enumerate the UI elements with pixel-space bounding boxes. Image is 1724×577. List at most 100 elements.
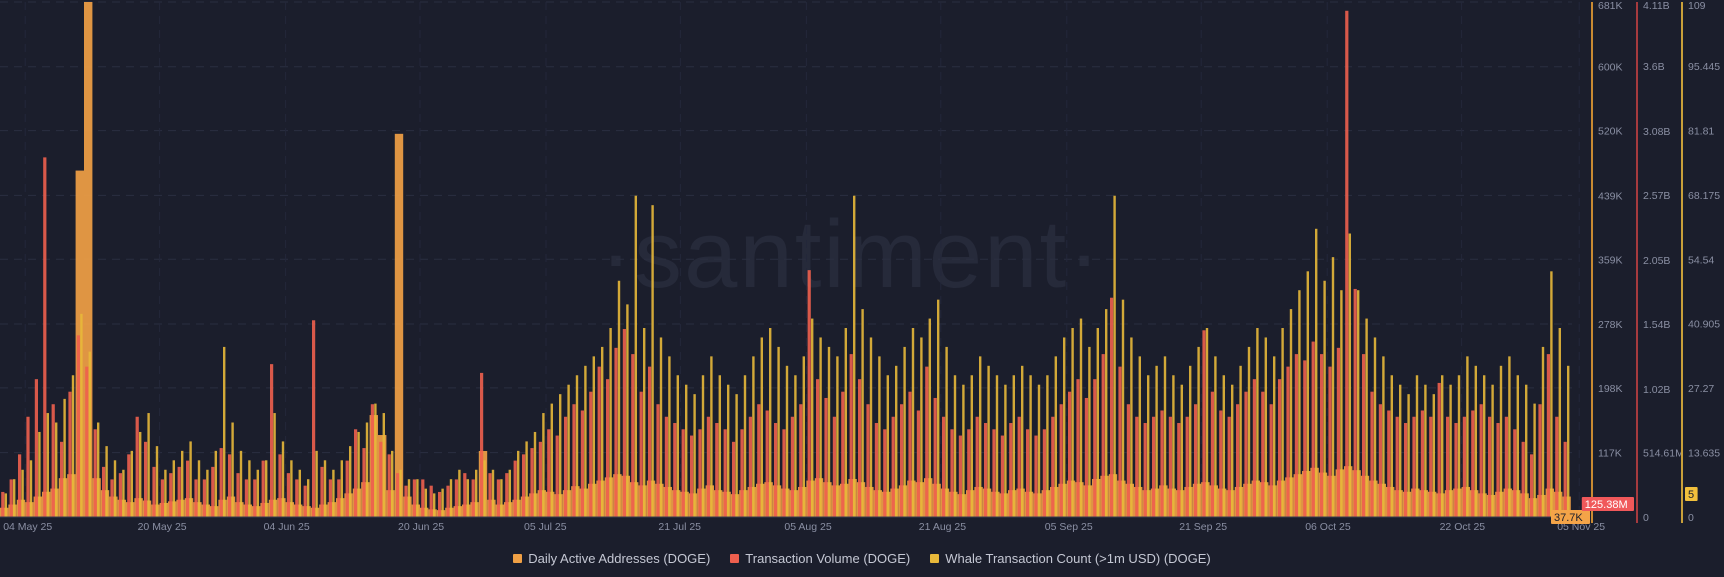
x-tick-label: 05 Sep 25 [1045, 521, 1093, 533]
bar-whale [575, 375, 579, 517]
bar-whale [273, 413, 276, 517]
bar-whale [962, 384, 965, 517]
bar-whale [164, 469, 167, 517]
bar-vol [866, 404, 870, 517]
y-tick-label-whale: 27.27 [1688, 383, 1714, 395]
bar-whale [80, 313, 83, 517]
bar-whale [1096, 328, 1099, 517]
bar-whale [827, 346, 831, 517]
bar-vol [1017, 416, 1021, 517]
bar-vol [765, 410, 769, 517]
legend-item-daily-active-addresses[interactable]: Daily Active Addresses (DOGE) [513, 551, 710, 566]
bar-daa [394, 133, 404, 518]
bar-whale [88, 351, 91, 517]
bar-vol [295, 479, 299, 517]
bar-whale [281, 441, 285, 517]
bar-vol [681, 429, 685, 517]
bar-vol [740, 429, 744, 517]
y-tick-label-vol: 1.02B [1643, 384, 1670, 396]
bar-vol [1538, 404, 1542, 517]
bar-whale [609, 328, 612, 517]
bar-vol [891, 416, 895, 517]
bar-whale [651, 205, 654, 517]
bar-whale [1021, 365, 1024, 517]
bar-vol [1429, 416, 1433, 517]
y-tick-label-vol: 514.61M [1643, 448, 1684, 460]
bar-whale [441, 488, 444, 517]
bar-vol [1168, 416, 1172, 517]
bar-whale [1340, 290, 1343, 517]
bar-vol [639, 391, 643, 517]
bar-whale [298, 469, 301, 517]
bar-whale [206, 469, 209, 517]
bar-whale [533, 431, 537, 517]
bar-whale [945, 346, 948, 517]
bar-vol [1034, 435, 1038, 517]
bar-vol [1336, 347, 1340, 517]
bar-vol [1210, 391, 1214, 517]
bar-whale [424, 488, 427, 517]
bar-vol [362, 448, 366, 517]
bar-vol [1530, 454, 1534, 517]
bar-vol [1462, 416, 1466, 517]
bar-vol [664, 416, 668, 517]
bar-whale [181, 450, 184, 517]
bar-vol [1454, 423, 1458, 517]
bar-whale [525, 441, 528, 517]
bar-vol [1555, 416, 1559, 517]
bar-whale [517, 450, 520, 517]
bar-whale [1357, 290, 1360, 517]
bar-vol [26, 416, 30, 517]
bar-vol [211, 466, 215, 517]
bar-whale [1315, 228, 1318, 517]
bar-vol [1118, 366, 1122, 517]
legend-item-transaction-volume[interactable]: Transaction Volume (DOGE) [730, 551, 910, 566]
bar-vol [925, 366, 929, 517]
bar-whale [433, 493, 436, 517]
bar-vol [1194, 404, 1198, 517]
bar-vol [1177, 423, 1181, 517]
current-value-label-vol: 125.38M [1585, 499, 1628, 511]
bar-vol [1496, 423, 1500, 517]
bar-vol [1143, 423, 1147, 517]
bar-whale [214, 450, 217, 517]
bar-vol [698, 429, 702, 517]
bar-vol [992, 429, 996, 517]
bar-whale [1407, 394, 1410, 517]
y-tick-label-vol: 3.08B [1643, 126, 1670, 138]
bar-vol [43, 157, 47, 517]
chart-canvas[interactable]: 04 May 25 20 May 25 04 Jun 25 20 Jun 25 05 J… [0, 0, 1724, 577]
bar-vol [790, 416, 794, 517]
bar-whale [1281, 328, 1284, 517]
legend-item-whale-transaction-count[interactable]: Whale Transaction Count (>1m USD) (DOGE) [930, 551, 1211, 566]
y-tick-label-whale: 109 [1688, 0, 1706, 12]
bar-vol [1227, 416, 1231, 517]
bar-vol [1303, 360, 1307, 517]
bar-vol [76, 335, 80, 517]
bar-whale [315, 450, 318, 517]
bar-whale [1264, 337, 1267, 517]
bar-vol [1076, 379, 1080, 517]
bar-whale [122, 469, 125, 517]
bar-vol [1026, 429, 1030, 517]
bar-vol [732, 441, 736, 517]
bar-vol [1068, 391, 1072, 517]
bar-vol [1294, 354, 1298, 517]
bar-whale [760, 337, 763, 517]
bar-vol [1370, 391, 1374, 517]
bar-whale [735, 394, 738, 517]
bar-vol [1412, 416, 1416, 517]
bar-vol [690, 435, 694, 517]
y-tick-label-vol: 3.6B [1643, 61, 1665, 73]
bar-vol [1261, 391, 1265, 517]
bar-whale [1567, 365, 1570, 517]
bar-vol [589, 391, 593, 517]
bar-whale [1306, 271, 1309, 517]
x-tick-label: 05 Aug 25 [784, 521, 831, 533]
bar-vol [1563, 441, 1567, 517]
bar-vol [488, 473, 492, 517]
bar-whale [1180, 384, 1183, 517]
bar-whale [785, 365, 789, 517]
bar-vol [1051, 416, 1055, 517]
bar-whale [21, 469, 24, 517]
